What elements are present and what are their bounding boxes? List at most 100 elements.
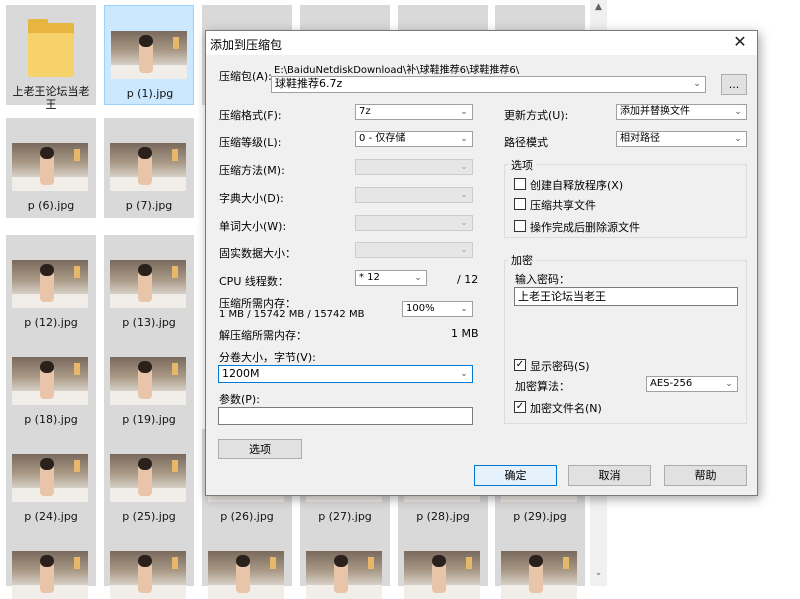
level-label: 压缩等级(L): (219, 136, 282, 149)
file-name: p (24).jpg (24, 510, 78, 523)
options-group-title: 选项 (508, 157, 536, 173)
format-value: 7z (359, 106, 371, 117)
split-size-combo[interactable]: 1200M ⌄ (218, 365, 473, 383)
file-name: p (6).jpg (27, 199, 75, 212)
file-tile[interactable]: p (18).jpg (6, 332, 96, 432)
file-name: 上老王论坛当老 王 (12, 85, 90, 111)
algo-combo[interactable]: AES-256 ⌄ (646, 376, 738, 392)
archive-name-value: 球鞋推荐6.7z (275, 77, 343, 90)
close-icon[interactable]: ✕ (731, 33, 749, 51)
add-to-archive-dialog: 添加到压缩包 ✕ 压缩包(A): E:\BaiduNetdiskDownload… (205, 30, 758, 496)
image-thumbnail (12, 260, 88, 308)
threads-max: / 12 (457, 273, 479, 286)
chevron-down-icon: ⌄ (460, 162, 468, 172)
threads-combo[interactable]: * 12 ⌄ (355, 270, 427, 286)
image-thumbnail (306, 551, 382, 599)
help-button[interactable]: 帮助 (664, 465, 747, 486)
mem-comp-value: 1 MB / 15742 MB / 15742 MB (219, 309, 365, 320)
image-thumbnail (12, 357, 88, 405)
file-tile[interactable]: p (12).jpg (6, 235, 96, 335)
password-label: 输入密码： (515, 273, 570, 286)
folder-tile[interactable]: 上老王论坛当老 王 (6, 5, 96, 111)
file-tile[interactable]: p (1).jpg (104, 5, 194, 105)
file-name: p (7).jpg (125, 199, 173, 212)
sfx-checkbox[interactable] (514, 178, 526, 190)
image-thumbnail (110, 454, 186, 502)
mem-decomp-value: 1 MB (451, 327, 479, 340)
show-password-checkbox[interactable]: ✓ (514, 359, 526, 371)
chevron-down-icon[interactable]: ⌄ (459, 132, 469, 146)
file-tile[interactable] (300, 526, 390, 599)
mem-percent-combo[interactable]: 100% ⌄ (402, 301, 473, 317)
path-mode-value: 相对路径 (620, 133, 660, 144)
image-thumbnail (12, 454, 88, 502)
file-name: p (13).jpg (122, 316, 176, 329)
chevron-down-icon[interactable]: ⌄ (459, 366, 469, 380)
folder-icon (28, 19, 74, 79)
chevron-down-icon[interactable]: ⌄ (459, 302, 469, 316)
scroll-down-icon[interactable]: ⌄ (593, 568, 604, 579)
file-tile[interactable] (104, 526, 194, 599)
params-input[interactable] (218, 407, 473, 425)
chevron-down-icon[interactable]: ⌄ (724, 377, 734, 391)
file-name: p (25).jpg (122, 510, 176, 523)
image-thumbnail (404, 551, 480, 599)
chevron-down-icon[interactable]: ⌄ (733, 105, 743, 119)
file-tile[interactable] (202, 526, 292, 599)
solid-combo: ⌄ (355, 242, 473, 258)
image-thumbnail (208, 551, 284, 599)
file-tile[interactable]: p (25).jpg (104, 429, 194, 529)
format-combo[interactable]: 7z ⌄ (355, 104, 473, 120)
file-tile[interactable] (495, 526, 585, 599)
options-button[interactable]: 选项 (218, 439, 302, 459)
file-name: p (27).jpg (318, 510, 372, 523)
file-name: p (12).jpg (24, 316, 78, 329)
image-thumbnail (501, 551, 577, 599)
file-name: p (1).jpg (126, 87, 174, 100)
encrypt-names-checkbox[interactable]: ✓ (514, 401, 526, 413)
word-label: 单词大小(W): (219, 220, 287, 233)
shared-checkbox[interactable] (514, 198, 526, 210)
image-thumbnail (12, 551, 88, 599)
ok-button[interactable]: 确定 (474, 465, 557, 486)
chevron-down-icon[interactable]: ⌄ (733, 132, 743, 146)
mem-percent-value: 100% (406, 303, 435, 314)
file-tile[interactable]: p (13).jpg (104, 235, 194, 335)
archive-name-combo[interactable]: 球鞋推荐6.7z ⌄ (271, 76, 706, 93)
level-combo[interactable]: 0 - 仅存储 ⌄ (355, 131, 473, 147)
delete-source-checkbox[interactable] (514, 220, 526, 232)
split-size-value: 1200M (222, 367, 260, 380)
chevron-down-icon: ⌄ (460, 245, 468, 255)
image-thumbnail (111, 31, 187, 79)
dialog-titlebar: 添加到压缩包 ✕ (206, 31, 757, 55)
encrypt-names-label: 加密文件名(N) (530, 402, 602, 415)
archive-label: 压缩包(A): (219, 70, 272, 83)
browse-button[interactable]: ... (721, 74, 747, 95)
shared-label: 压缩共享文件 (530, 199, 596, 212)
chevron-down-icon[interactable]: ⌄ (692, 77, 702, 91)
path-mode-combo[interactable]: 相对路径 ⌄ (616, 131, 747, 147)
dict-combo: ⌄ (355, 187, 473, 203)
dict-label: 字典大小(D): (219, 192, 284, 205)
file-tile[interactable] (6, 526, 96, 599)
chevron-down-icon[interactable]: ⌄ (413, 271, 423, 285)
update-combo[interactable]: 添加并替换文件 ⌄ (616, 104, 747, 120)
threads-value: * 12 (359, 272, 380, 283)
file-tile[interactable]: p (19).jpg (104, 332, 194, 432)
file-name: p (29).jpg (513, 510, 567, 523)
update-label: 更新方式(U): (504, 109, 569, 122)
file-tile[interactable] (398, 526, 488, 599)
chevron-down-icon[interactable]: ⌄ (459, 105, 469, 119)
cancel-button[interactable]: 取消 (568, 465, 651, 486)
scroll-up-icon[interactable]: ▲ (593, 2, 604, 13)
word-combo: ⌄ (355, 215, 473, 231)
file-tile[interactable]: p (6).jpg (6, 118, 96, 218)
file-tile[interactable]: p (24).jpg (6, 429, 96, 529)
image-thumbnail (110, 551, 186, 599)
split-label: 分卷大小，字节(V): (219, 351, 316, 364)
file-tile[interactable]: p (7).jpg (104, 118, 194, 218)
password-input[interactable]: 上老王论坛当老王 (514, 287, 738, 306)
file-name: p (26).jpg (220, 510, 274, 523)
level-value: 0 - 仅存储 (359, 133, 406, 144)
file-name: p (28).jpg (416, 510, 470, 523)
